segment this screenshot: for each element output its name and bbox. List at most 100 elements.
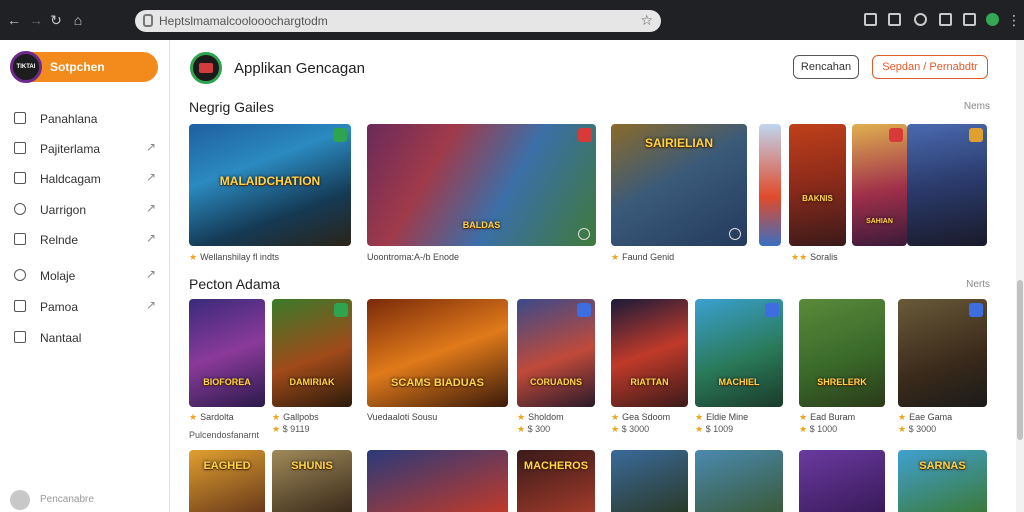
forward-arrow-icon[interactable]: → [28,12,44,28]
game-card[interactable]: SHRELERK [799,299,885,407]
game-card-name: ★ Gallpobs [272,412,319,422]
game-card[interactable]: EAGHED [189,450,265,512]
game-card[interactable]: SHUNIS [272,450,352,512]
scrollbar-thumb[interactable] [1017,280,1023,440]
card-title: DAMIRIAK [289,377,335,387]
scrollbar[interactable] [1016,40,1024,512]
game-card[interactable]: SARNAS [898,450,987,512]
game-card-price: ★ $ 1000 [799,424,838,434]
game-card-name: Vuedaaloti Sousu [367,412,438,422]
featured-card-2[interactable]: SAIRIELIAN [611,124,747,246]
sidebar-item-1[interactable]: Pajiterlama ↗ [10,138,160,160]
featured-card-5[interactable]: SAHIAN [852,124,907,246]
badge-icon [578,128,592,142]
card-title: SHRELERK [817,377,867,387]
star-icon: ★ [517,412,526,422]
bookmark-star-icon[interactable]: ☆ [640,12,653,29]
expand-icon [578,228,590,240]
featured-meta-6: ★★ Soralis [791,252,838,262]
brand-button[interactable]: TIKTAI Sotpchen [10,51,158,83]
url-text[interactable]: Heptslmamalcoolooochargtodm [159,14,328,28]
reload-icon[interactable]: ↻ [48,12,64,28]
sidebar-item-5[interactable]: Molaje ↗ [10,265,160,287]
game-card-name: ★ Sardolta [189,412,234,422]
extension-icon[interactable] [864,13,877,26]
game-card[interactable]: MACHEROS [517,450,595,512]
star-icon: ★ [517,424,526,434]
sidebar-item-2[interactable]: Haldcagam ↗ [10,168,160,190]
extension-home-icon[interactable] [888,13,901,26]
extension-icon-2[interactable] [914,13,927,26]
card-title: BAKNIS [802,194,833,203]
extension-icon-3[interactable] [939,13,952,26]
star-icon: ★ [695,424,704,434]
sidebar-item-6[interactable]: Pamoa ↗ [10,296,160,318]
profile-avatar-icon[interactable] [986,13,999,26]
star-icon: ★ [898,412,907,422]
accent-button[interactable]: Sepdan / Pernabdtr [872,55,988,79]
home-icon[interactable]: ⌂ [70,12,86,28]
game-card[interactable]: DAMIRIAK [272,299,352,407]
card-title: SARNAS [919,460,966,472]
chevron-right-icon: ↗ [145,170,156,184]
featured-meta-2: ★ Faund Genid [611,252,675,262]
extension-icon-4[interactable] [963,13,976,26]
game-card[interactable]: BIOFOREA [189,299,265,407]
featured-card-4[interactable]: BAKNIS [789,124,846,246]
game-card[interactable] [695,450,783,512]
game-card-price: ★ $ 9119 [272,424,310,434]
star-icon: ★ [189,252,198,262]
info-icon[interactable] [143,14,153,27]
card-title: MACHIEL [718,377,760,387]
featured-card-1[interactable]: BALDAS [367,124,596,246]
game-card[interactable] [611,450,688,512]
game-card[interactable] [799,450,885,512]
star-icon: ★ [272,412,281,422]
sidebar-item-label: Nantaal [40,331,82,345]
address-bar[interactable]: Heptslmamalcoolooochargtodm ☆ [135,10,661,32]
menu-kebab-icon[interactable]: ⋮ [1006,12,1022,28]
outline-button[interactable]: Rencahan [793,55,859,79]
sidebar-item-label: Pajiterlama [40,142,101,156]
game-card[interactable]: CORUADNS [517,299,595,407]
card-title: SAHIAN [866,218,893,225]
featured-meta-1: Uoontroma:A-/b Enode [367,252,460,262]
featured-card-0[interactable]: MALAIDCHATION [189,124,351,246]
game-card-price: ★ $ 300 [517,424,551,434]
chevron-right-icon: ↗ [145,140,156,154]
featured-card-6[interactable] [907,124,987,246]
sidebar-item-7[interactable]: Nantaal [10,327,160,349]
document-icon [14,172,26,184]
game-card[interactable] [898,299,987,407]
sidebar-item-0[interactable]: Panahlana [10,108,160,130]
game-card[interactable]: SCAMS BIADUAS [367,299,508,407]
game-card[interactable] [367,450,508,512]
card-title: SCAMS BIADUAS [391,377,484,389]
card-title: MACHEROS [523,460,589,472]
card-title: SHUNIS [291,460,333,472]
card-title: BIOFOREA [203,377,251,387]
sidebar-item-label: Pamoa [40,300,79,314]
calendar-icon [14,233,26,245]
gamepad-icon [14,269,26,281]
section-title-featured: Negrig Gailes [189,99,274,115]
sidebar: TIKTAI Sotpchen Panahlana Pajiterlama ↗ … [0,40,170,512]
sidebar-item-3[interactable]: Uarrigon ↗ [10,199,160,221]
section-more-link[interactable]: Nems [964,101,990,112]
back-arrow-icon[interactable]: ← [6,12,22,28]
section-more-link[interactable]: Nerts [966,279,990,290]
sidebar-item-4[interactable]: Relnde ↗ [10,229,160,251]
expand-icon [729,228,741,240]
star-icon: ★ [611,424,620,434]
game-card[interactable]: RIATTAN [611,299,688,407]
game-card[interactable]: MACHIEL [695,299,783,407]
featured-card-3[interactable] [759,124,781,246]
sidebar-footer-label: Pencanabre [40,494,94,505]
game-card-price: ★ $ 3000 [611,424,650,434]
card-title: CORUADNS [529,377,582,387]
sidebar-item-label: Haldcagam [40,172,101,186]
game-card-name: ★ Gea Sdoom [611,412,671,422]
tag-icon [14,203,26,215]
chevron-right-icon: ↗ [145,201,156,215]
badge-icon [969,303,983,317]
